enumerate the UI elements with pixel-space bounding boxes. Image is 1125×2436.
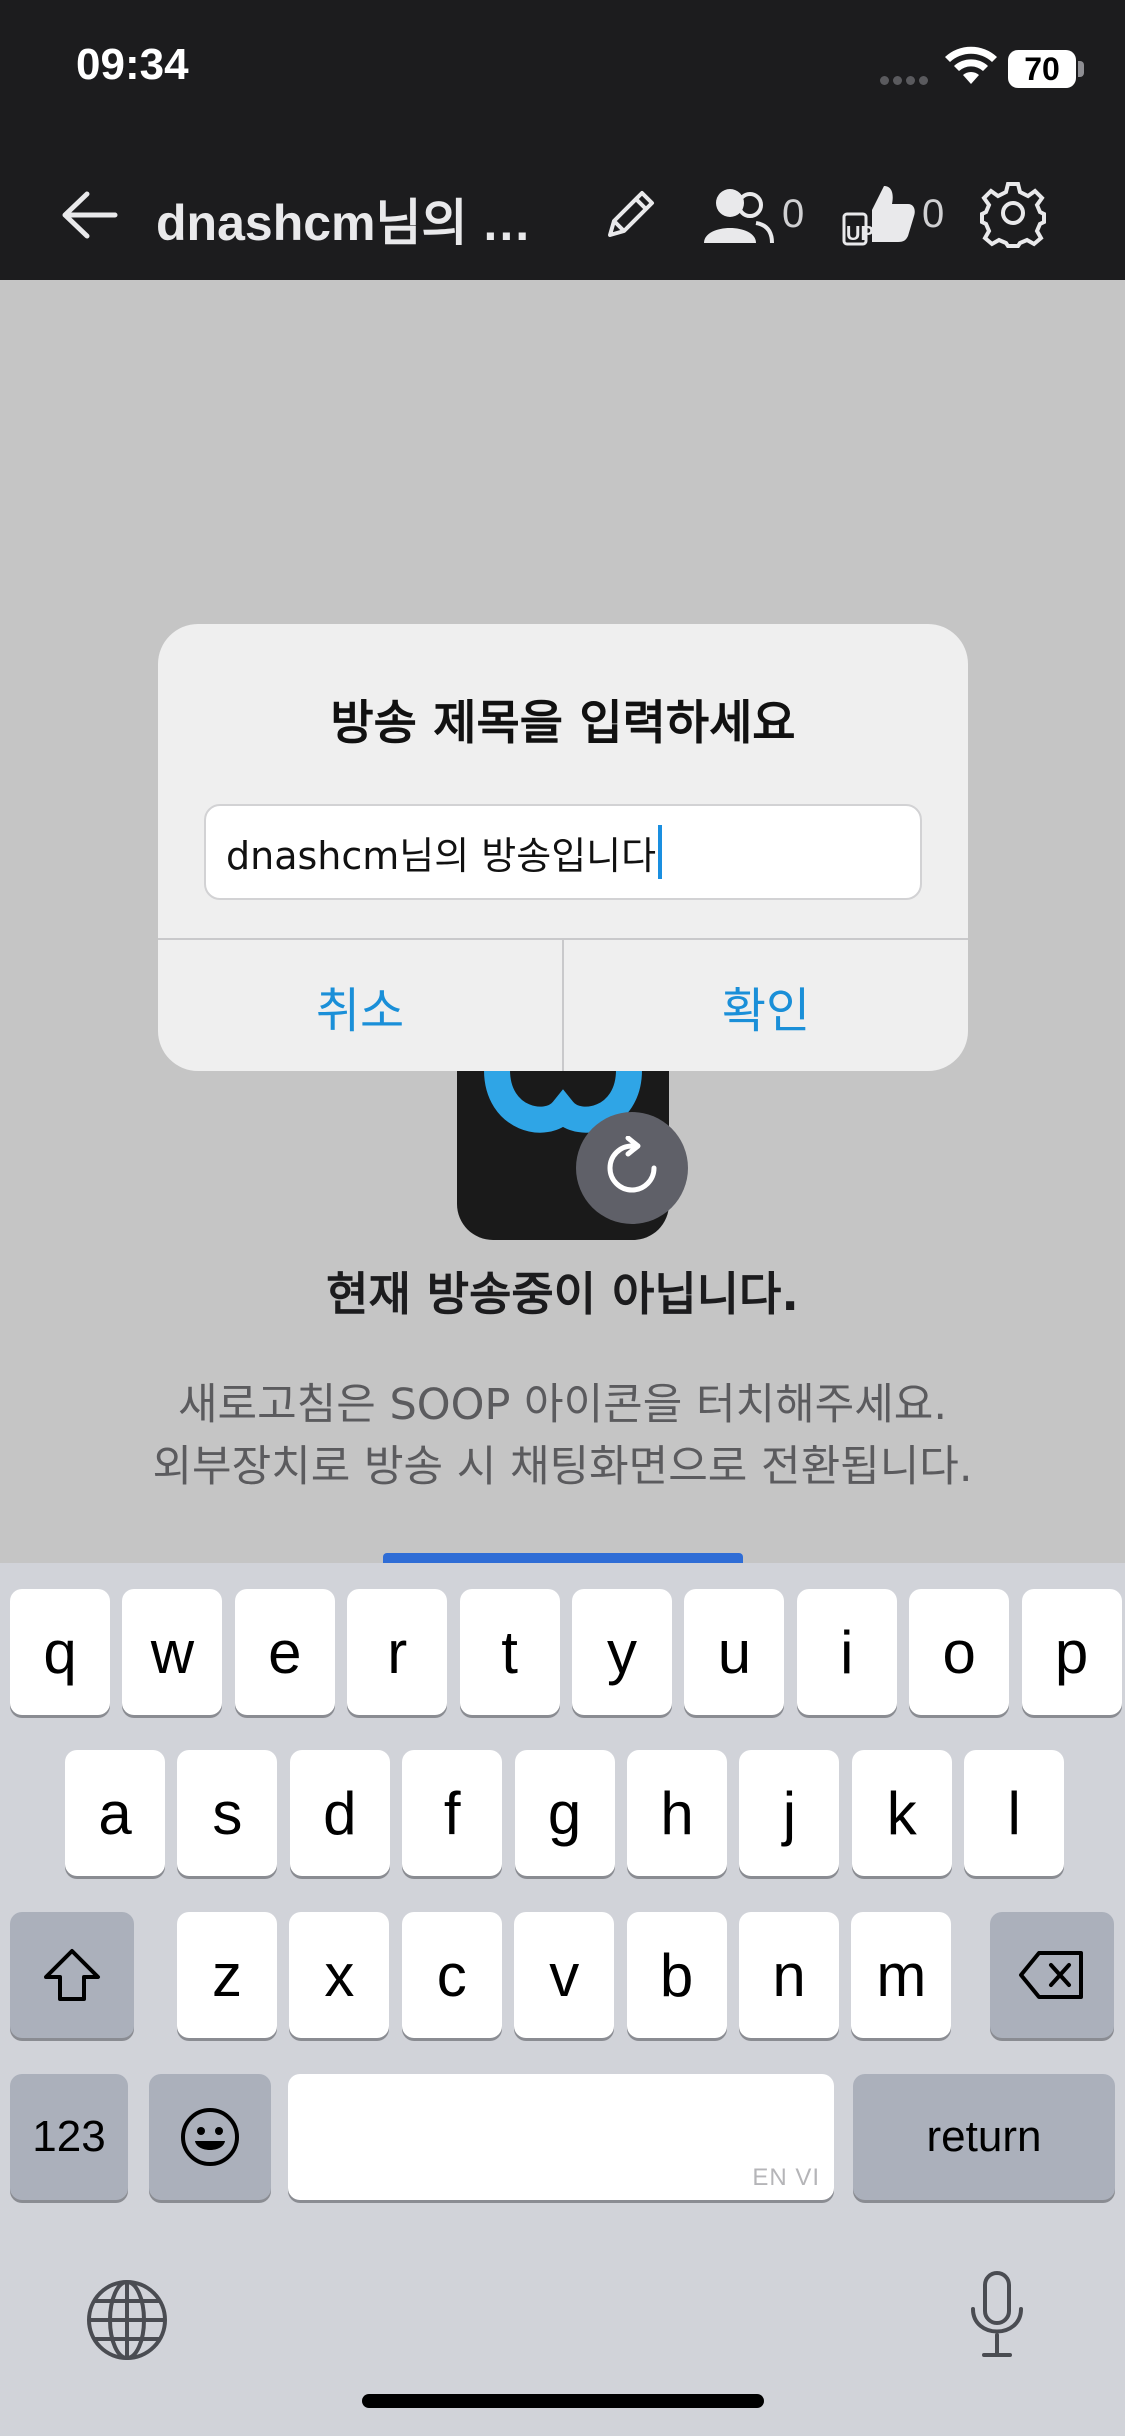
shift-icon (44, 1949, 100, 2001)
top-bar: 09:34 70 dnashcm님의 방송입니다 0 UP 0 (0, 0, 1125, 280)
refresh-icon (607, 1136, 657, 1193)
microphone-icon[interactable] (966, 2269, 1028, 2361)
thumbs-up-icon[interactable]: UP (842, 180, 922, 250)
space-key[interactable]: EN VI (288, 2074, 834, 2200)
key-u[interactable]: u (684, 1589, 785, 1715)
battery-nub (1078, 61, 1084, 77)
shift-key[interactable] (10, 1912, 134, 2038)
key-c[interactable]: c (401, 1912, 502, 2038)
wifi-icon (945, 46, 997, 84)
home-indicator (362, 2394, 764, 2408)
emoji-icon (181, 2108, 239, 2166)
key-v[interactable]: v (514, 1912, 615, 2038)
viewers-icon[interactable] (698, 183, 774, 247)
key-w[interactable]: w (122, 1589, 223, 1715)
key-b[interactable]: b (626, 1912, 727, 2038)
key-o[interactable]: o (909, 1589, 1010, 1715)
emoji-key[interactable] (149, 2074, 271, 2200)
key-a[interactable]: a (65, 1750, 165, 1876)
key-q[interactable]: q (10, 1589, 110, 1715)
dialog-title: 방송 제목을 입력하세요 (330, 696, 796, 751)
battery-level: 70 (1024, 50, 1060, 87)
text-caret (658, 825, 663, 879)
pencil-icon[interactable] (598, 183, 662, 247)
viewer-count: 0 (782, 192, 805, 236)
key-i[interactable]: i (796, 1589, 897, 1715)
cancel-button[interactable]: 취소 (158, 940, 562, 1071)
key-j[interactable]: j (739, 1750, 840, 1876)
svg-text:UP: UP (846, 223, 874, 245)
battery-icon: 70 (1008, 50, 1076, 88)
key-e[interactable]: e (234, 1589, 335, 1715)
key-p[interactable]: p (1021, 1589, 1122, 1715)
backspace-icon (1019, 1951, 1083, 1999)
back-arrow-icon[interactable] (55, 180, 125, 250)
broadcast-title-value: dnashcm님의 방송입니다 (226, 833, 657, 878)
confirm-button[interactable]: 확인 (564, 940, 968, 1071)
key-r[interactable]: r (347, 1589, 448, 1715)
key-t[interactable]: t (459, 1589, 560, 1715)
title-input-dialog: 방송 제목을 입력하세요 dnashcm님의 방송입니다 취소 확인 (158, 624, 968, 1071)
not-live-heading: 현재 방송중이 아닙니다. (326, 1267, 799, 1321)
gear-icon[interactable] (978, 178, 1048, 248)
keyboard: qwertyuiop asdfghjkl zxcvbnm 123 EN VI r… (0, 1563, 1125, 2436)
cellular-signal-icon (880, 70, 932, 89)
key-s[interactable]: s (177, 1750, 278, 1876)
key-k[interactable]: k (851, 1750, 952, 1876)
up-count: 0 (922, 192, 945, 236)
key-y[interactable]: y (572, 1589, 672, 1715)
delete-key[interactable] (990, 1912, 1114, 2038)
key-l[interactable]: l (964, 1750, 1065, 1876)
refresh-button[interactable] (576, 1112, 688, 1224)
key-h[interactable]: h (627, 1750, 727, 1876)
nav-title[interactable]: dnashcm님의 방송입니다 (156, 183, 576, 255)
key-g[interactable]: g (514, 1750, 615, 1876)
external-device-hint-text: 외부장치로 방송 시 채팅화면으로 전환됩니다. (152, 1442, 973, 1492)
key-n[interactable]: n (739, 1912, 839, 2038)
return-key[interactable]: return (853, 2074, 1115, 2200)
key-x[interactable]: x (289, 1912, 390, 2038)
start-broadcast-button[interactable] (383, 1553, 743, 1563)
broadcast-title-input[interactable]: dnashcm님의 방송입니다 (204, 804, 922, 900)
key-m[interactable]: m (851, 1912, 952, 2038)
globe-icon[interactable] (84, 2277, 170, 2363)
refresh-hint-text: 새로고침은 SOOP 아이콘을 터치해주세요. (178, 1380, 947, 1430)
key-d[interactable]: d (289, 1750, 390, 1876)
status-time: 09:34 (76, 40, 189, 89)
keyboard-language-hint: EN VI (752, 2164, 820, 2191)
numbers-key[interactable]: 123 (10, 2074, 128, 2200)
key-z[interactable]: z (177, 1912, 277, 2038)
key-f[interactable]: f (402, 1750, 503, 1876)
